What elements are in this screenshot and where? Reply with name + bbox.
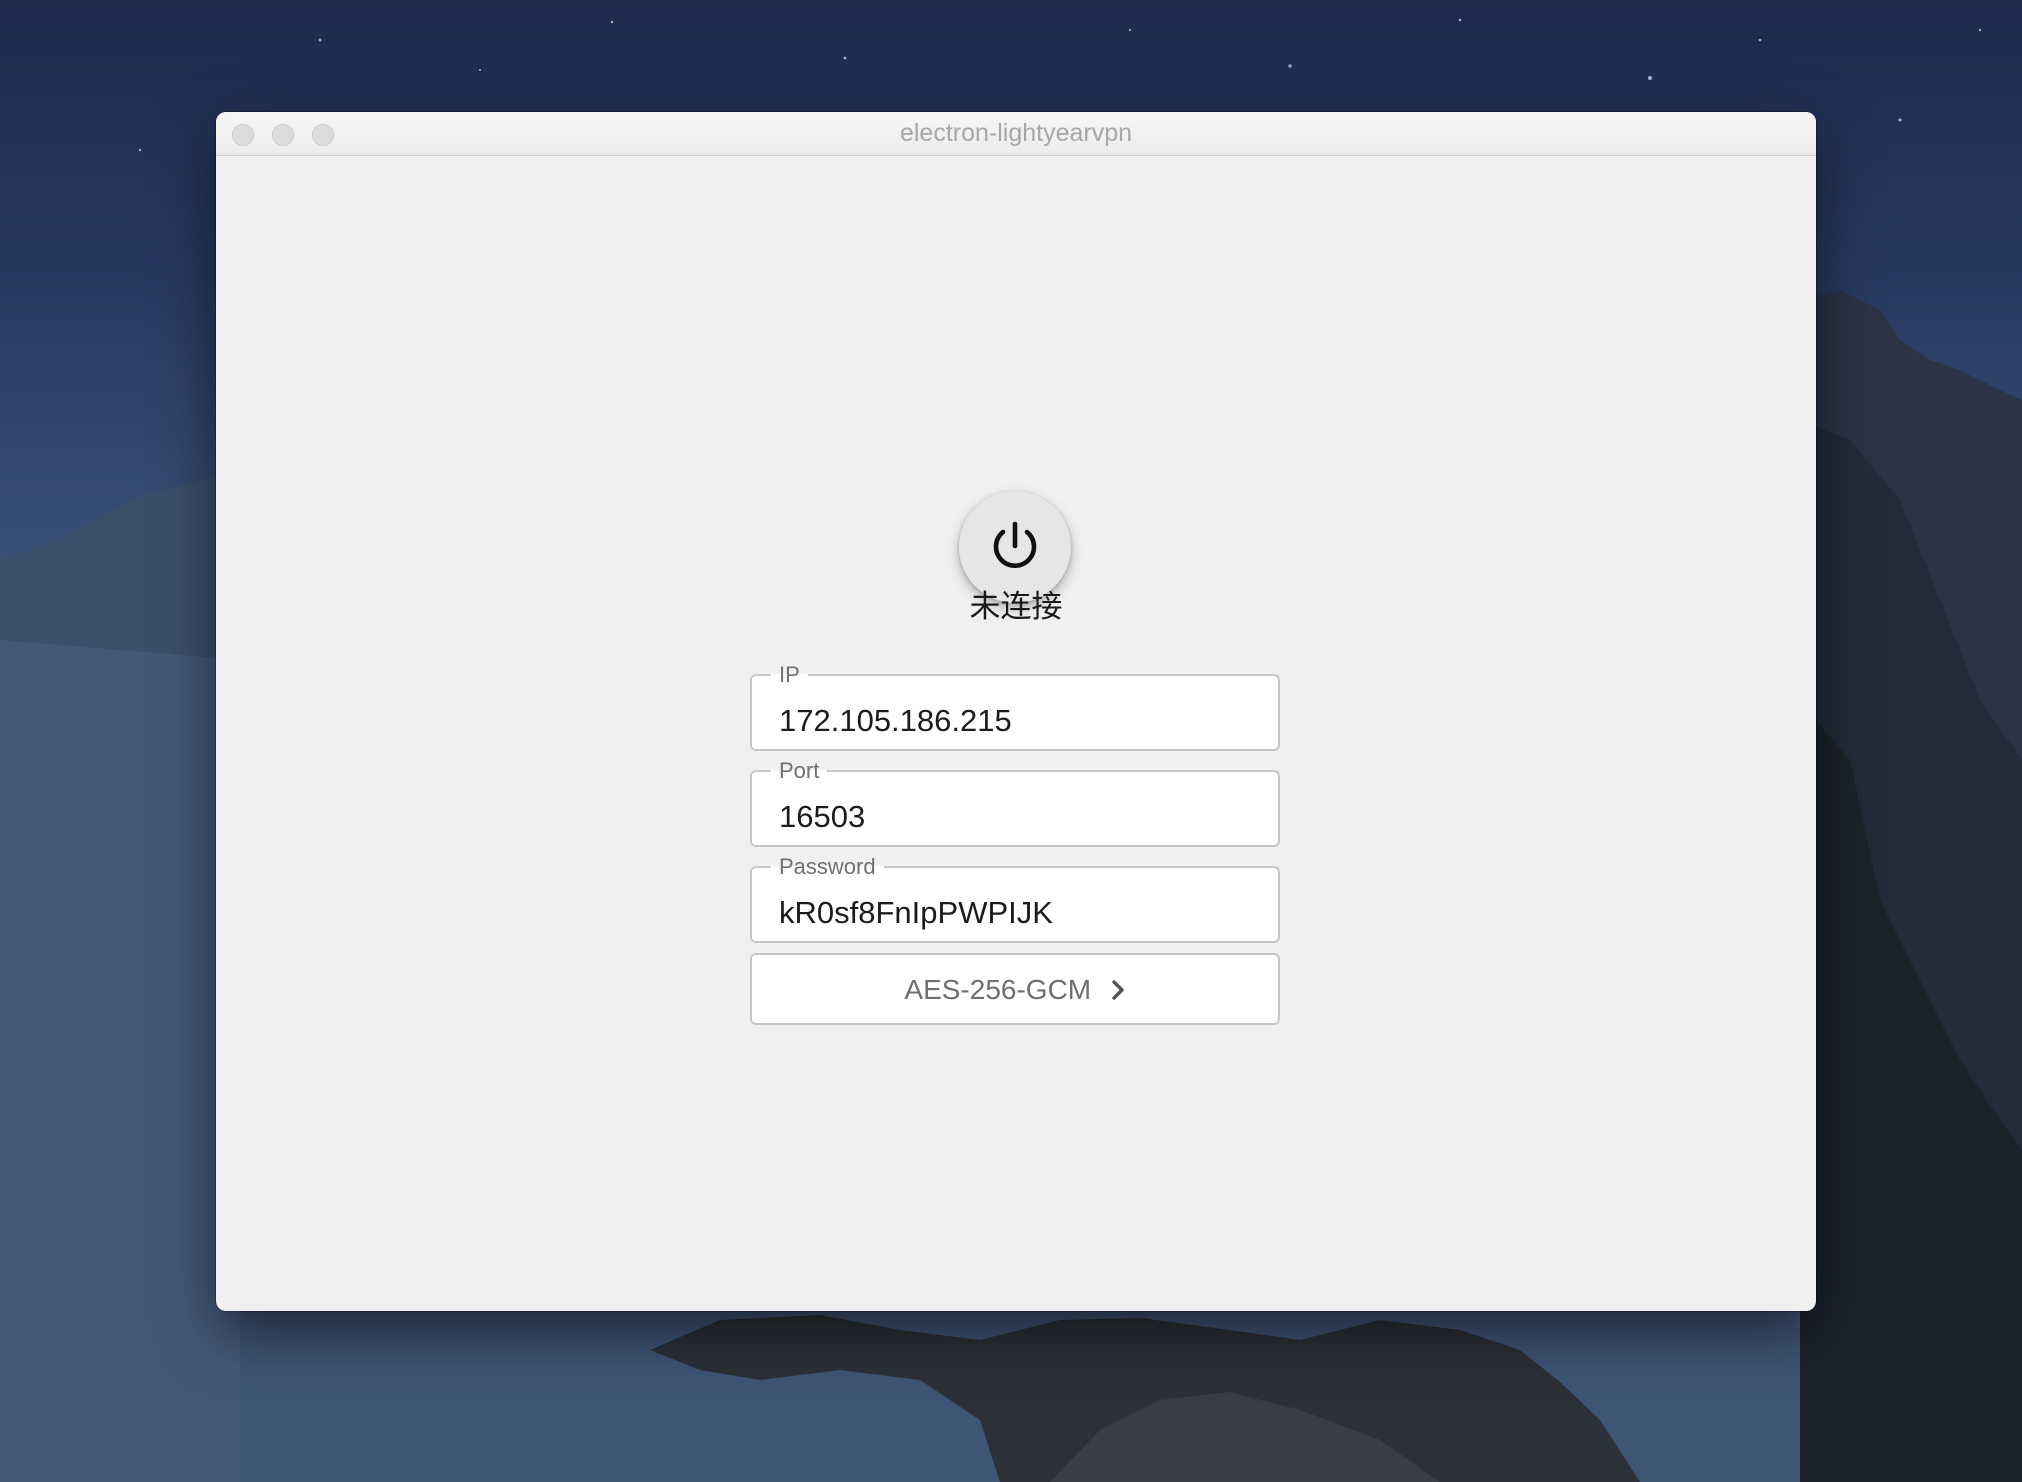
main-content: 未连接 IP 172.105.186.215 Port 16503 Passwo…	[216, 156, 1816, 1311]
connection-status: 未连接	[969, 589, 1063, 625]
password-field[interactable]: Password kR0sf8FnIpPWPIJK	[750, 855, 1280, 943]
ip-label: IP	[779, 662, 800, 687]
cipher-label: AES-256-GCM	[904, 974, 1092, 1005]
power-icon	[993, 521, 1037, 569]
port-field[interactable]: Port 16503	[750, 759, 1280, 847]
window-title: electron-lightyearvpn	[899, 119, 1133, 147]
chevron-right-icon	[1111, 980, 1124, 1000]
password-input[interactable]: kR0sf8FnIpPWPIJK	[779, 895, 1053, 931]
port-label: Port	[779, 758, 820, 783]
password-label: Password	[779, 854, 876, 879]
ip-field[interactable]: IP 172.105.186.215	[750, 663, 1280, 751]
cipher-select-button[interactable]: AES-256-GCM	[750, 953, 1280, 1025]
app-window: electron-lightyearvpn 未连接 IP 172.105.186…	[216, 112, 1816, 1311]
title-bar[interactable]: electron-lightyearvpn	[216, 112, 1816, 156]
port-input[interactable]: 16503	[779, 799, 865, 835]
ip-input[interactable]: 172.105.186.215	[779, 703, 1012, 739]
